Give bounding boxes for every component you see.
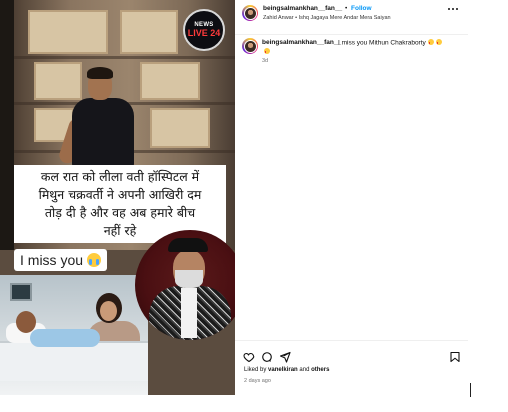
follow-button[interactable]: Follow <box>351 5 372 12</box>
liked-user-link[interactable]: vanelkiran <box>268 367 298 373</box>
crying-face-icon <box>87 253 102 267</box>
actor-portrait <box>135 230 235 340</box>
author-avatar[interactable] <box>242 5 258 21</box>
crying-face-icon <box>427 39 434 45</box>
wall-frame <box>150 108 210 148</box>
post-timestamp: 2 days ago <box>244 378 271 384</box>
comment-body: I miss you Mithun Chakraborty <box>338 39 426 47</box>
header-divider <box>235 34 468 35</box>
caption-line: मिथुन चक्रवर्ती ने अपनी आखिरी दम <box>38 187 202 202</box>
crying-face-icon <box>435 39 442 45</box>
comment-text: I miss you Mithun Chakraborty <box>338 39 442 47</box>
shelf-line <box>14 56 235 59</box>
liked-prefix: Liked by <box>244 367 267 373</box>
audio-track-link[interactable]: Zahid Anwar • Ishq Jagaya Mere Andar Mer… <box>263 15 391 21</box>
bookmark-icon[interactable] <box>449 351 461 363</box>
patient-head <box>16 311 36 333</box>
wall-frame <box>34 62 82 100</box>
author-username[interactable]: beingsalmankhan__fan__ <box>263 5 342 12</box>
scroll-indicator <box>470 383 471 397</box>
wall-frame <box>120 10 178 54</box>
background-doorway <box>0 0 14 250</box>
news-live-logo: NEWS LIVE 24 <box>183 9 225 51</box>
liked-others-link[interactable]: others <box>311 367 329 373</box>
caption-line: कल रात को लीला वती हॉस्पिटल में <box>40 169 200 184</box>
post-media[interactable]: NEWS LIVE 24 कल रात को लीला वती हॉस्पिटल… <box>0 0 235 395</box>
liked-and: and <box>299 367 310 373</box>
more-options-icon[interactable] <box>448 6 460 12</box>
post-details-panel: beingsalmankhan__fan__ • Follow Zahid An… <box>235 0 468 395</box>
comment-username[interactable]: beingsalmankhan__fan__ <box>262 39 341 46</box>
woman-face <box>100 301 117 321</box>
man-figure <box>72 98 134 168</box>
miss-you-text: I miss you <box>20 252 84 268</box>
wall-frame <box>140 62 200 100</box>
hospital-photo <box>0 275 148 395</box>
share-icon[interactable] <box>279 351 291 363</box>
heart-icon[interactable] <box>243 351 255 363</box>
patient-figure <box>30 329 100 347</box>
monitor-icon <box>10 283 32 301</box>
wall-frame <box>28 10 108 54</box>
comment-icon[interactable] <box>261 351 273 363</box>
miss-you-label: I miss you <box>14 249 108 271</box>
action-bar: Liked by vanelkiran and others 2 days ag… <box>235 340 468 395</box>
separator-dot: • <box>345 5 348 12</box>
white-shirt <box>181 288 197 338</box>
logo-text-bottom: LIVE 24 <box>187 28 221 38</box>
actor-beard <box>175 270 203 288</box>
liked-by-text: Liked by vanelkiran and others <box>244 367 329 373</box>
crying-face-icon <box>264 48 270 54</box>
comment-timestamp: 3d <box>262 58 269 64</box>
man-hair <box>87 67 113 79</box>
caption-line: तोड़ दी है और वह अब हमारे बीच <box>44 205 196 220</box>
commenter-avatar[interactable] <box>242 38 258 54</box>
hospital-bed <box>0 341 148 381</box>
actor-hat <box>168 238 208 252</box>
